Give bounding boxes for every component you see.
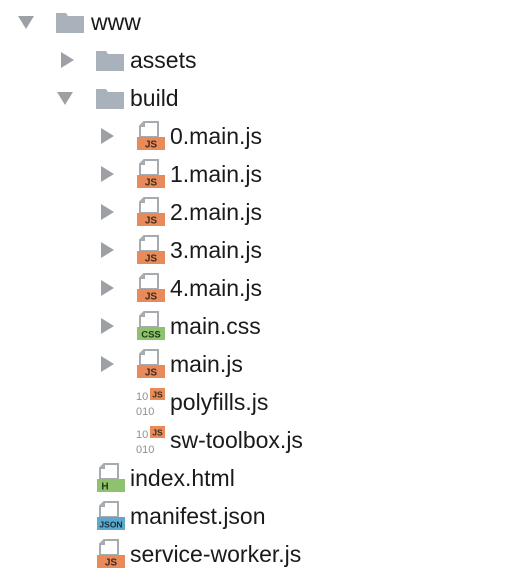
minified-js-file-icon: 10 010 JS: [136, 388, 165, 417]
tree-node-label: service-worker.js: [130, 541, 302, 567]
tree-node-label: polyfills.js: [170, 389, 269, 415]
tree-node-label: 1.main.js: [170, 161, 263, 187]
chevron-right-icon[interactable]: [98, 279, 116, 297]
svg-text:JS: JS: [145, 140, 158, 151]
svg-text:JS: JS: [152, 428, 163, 438]
folder-icon: [56, 13, 84, 33]
js-file-icon: JS: [137, 349, 165, 379]
tree-node-www[interactable]: www: [0, 3, 526, 41]
tree-node-file[interactable]: CSS main.css: [0, 307, 526, 345]
svg-text:JS: JS: [152, 390, 163, 400]
svg-text:10: 10: [136, 429, 148, 441]
chevron-right-icon[interactable]: [98, 203, 116, 221]
tree-node-label: build: [130, 85, 179, 111]
tree-node-label: 4.main.js: [170, 275, 263, 301]
tree-node-label: www: [91, 9, 141, 35]
chevron-right-icon[interactable]: [98, 165, 116, 183]
tree-node-file[interactable]: JS 1.main.js: [0, 155, 526, 193]
tree-node-assets[interactable]: assets: [0, 41, 526, 79]
tree-node-file[interactable]: JS main.js: [0, 345, 526, 383]
tree-node-label: 3.main.js: [170, 237, 263, 263]
tree-node-file[interactable]: JS 0.main.js: [0, 117, 526, 155]
js-file-icon: JS: [137, 235, 165, 265]
chevron-right-icon[interactable]: [58, 51, 76, 69]
tree-node-label: index.html: [130, 465, 235, 491]
tree-node-label: sw-toolbox.js: [170, 427, 303, 453]
chevron-right-icon[interactable]: [98, 355, 116, 373]
tree-node-file[interactable]: JS 2.main.js: [0, 193, 526, 231]
chevron-right-icon[interactable]: [98, 241, 116, 259]
tree-node-file[interactable]: 10 010 JS polyfills.js: [0, 383, 526, 421]
chevron-right-icon[interactable]: [98, 127, 116, 145]
svg-text:H: H: [101, 482, 108, 493]
folder-icon: [96, 51, 124, 71]
tree-node-label: 0.main.js: [170, 123, 263, 149]
tree-node-build[interactable]: build: [0, 79, 526, 117]
svg-text:010: 010: [136, 406, 154, 417]
tree-node-file[interactable]: JSON manifest.json: [0, 497, 526, 535]
svg-text:JS: JS: [145, 368, 158, 379]
js-file-icon: JS: [97, 539, 125, 569]
tree-node-file[interactable]: JS 4.main.js: [0, 269, 526, 307]
tree-node-file[interactable]: JS service-worker.js: [0, 535, 526, 573]
chevron-down-icon[interactable]: [56, 89, 74, 107]
tree-node-label: assets: [130, 47, 197, 73]
tree-node-label: manifest.json: [130, 503, 266, 529]
svg-text:JSON: JSON: [99, 520, 122, 530]
tree-node-file[interactable]: 10 010 JS sw-toolbox.js: [0, 421, 526, 459]
css-file-icon: CSS: [137, 311, 165, 341]
js-file-icon: JS: [137, 273, 165, 303]
svg-text:JS: JS: [145, 254, 158, 265]
tree-node-label: main.js: [170, 351, 243, 377]
tree-node-file[interactable]: JS 3.main.js: [0, 231, 526, 269]
tree-node-label: main.css: [170, 313, 261, 339]
minified-js-file-icon: 10 010 JS: [136, 426, 165, 455]
tree-node-label: 2.main.js: [170, 199, 263, 225]
svg-text:010: 010: [136, 444, 154, 455]
js-file-icon: JS: [137, 121, 165, 151]
svg-text:JS: JS: [105, 558, 118, 569]
js-file-icon: JS: [137, 159, 165, 189]
svg-text:JS: JS: [145, 178, 158, 189]
html-file-icon: H: [97, 463, 125, 493]
chevron-down-icon[interactable]: [17, 13, 35, 31]
chevron-right-icon[interactable]: [98, 317, 116, 335]
js-file-icon: JS: [137, 197, 165, 227]
tree-node-file[interactable]: H index.html: [0, 459, 526, 497]
svg-text:10: 10: [136, 391, 148, 403]
svg-text:JS: JS: [145, 216, 158, 227]
svg-text:CSS: CSS: [141, 330, 161, 341]
svg-text:JS: JS: [145, 292, 158, 303]
folder-icon: [96, 89, 124, 109]
json-file-icon: JSON: [97, 501, 125, 530]
